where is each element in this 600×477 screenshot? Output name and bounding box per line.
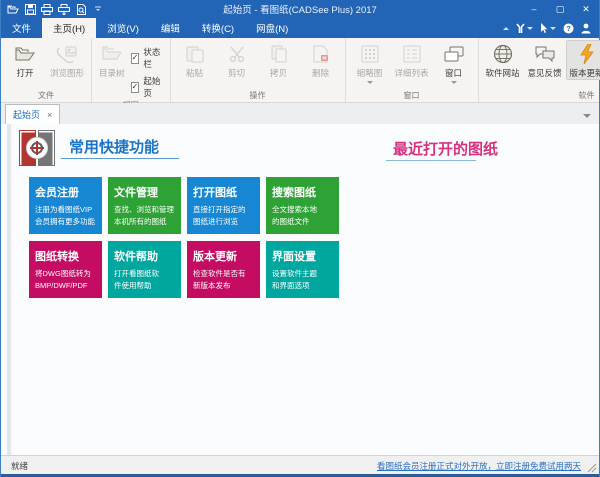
menu-view[interactable]: 浏览(V) (96, 18, 150, 38)
qat-customize-icon[interactable] (92, 3, 104, 15)
help-icon[interactable]: ? (563, 23, 574, 34)
delete-button[interactable]: 删除 (300, 40, 342, 80)
member-register-promo-link[interactable]: 看图纸会员注册正式对外开放，立即注册免费试用两天 (377, 460, 599, 472)
start-page: 常用快捷功能 最近打开的图纸 会员注册 注册为看图纸VIP 会员拥有更多功能 文… (1, 124, 599, 455)
browse-graphics-button[interactable]: 浏览图形 (46, 40, 88, 80)
cadsee-logo (19, 130, 55, 166)
tile-drawing-convert[interactable]: 图纸转换 将DWG图纸转为 BMP/DWF/PDF (29, 241, 102, 298)
tools-wrench-icon[interactable] (516, 22, 533, 34)
print-preview-icon[interactable] (75, 3, 87, 15)
browse-graphics-icon (56, 43, 78, 65)
paste-icon (185, 43, 205, 65)
ribbon-group-label-file: 文件 (38, 91, 54, 100)
recent-drawings-heading: 最近打开的图纸 (393, 141, 499, 158)
title-bar: 起始页 - 看图纸(CADSee Plus) 2017 – ▢ ✕ (1, 0, 599, 18)
ribbon-group-window: 缩略图 详细列表 窗口 窗口 (346, 38, 479, 102)
thumbnail-view-button[interactable]: 缩略图 (349, 40, 391, 85)
user-account-icon[interactable] (581, 23, 591, 34)
ribbon-group-view: 目录树 ✓ 状态栏 ✓ 起始页 视图 (92, 38, 171, 110)
close-button[interactable]: ✕ (573, 0, 599, 18)
quick-print-icon[interactable] (58, 3, 70, 15)
quick-access-toolbar (1, 3, 104, 15)
speech-bubbles-icon (534, 43, 556, 65)
document-tab-strip: 起始页 × (1, 103, 599, 125)
open-button[interactable]: 打开 (4, 40, 46, 80)
tile-version-update[interactable]: 版本更新 检查软件是否有 新版本发布 (187, 241, 260, 298)
directory-tree-icon (101, 43, 123, 65)
left-panel-strip (7, 124, 11, 455)
delete-icon (311, 43, 331, 65)
thumbnail-grid-icon (361, 43, 379, 65)
app-window: 起始页 - 看图纸(CADSee Plus) 2017 – ▢ ✕ 文件 主页(… (0, 0, 600, 477)
cursor-mode-icon[interactable] (540, 22, 556, 34)
status-bar: 就绪 看图纸会员注册正式对外开放，立即注册免费试用两天 (1, 455, 599, 475)
scissors-icon (227, 43, 247, 65)
detail-list-button[interactable]: 详细列表 (391, 40, 433, 80)
startpage-checkbox-label: 起始页 (143, 76, 161, 98)
tile-open-drawing[interactable]: 打开图纸 直接打开指定的 图纸进行浏览 (187, 177, 260, 234)
detail-list-icon (403, 43, 421, 65)
copy-button[interactable]: 拷贝 (258, 40, 300, 80)
open-file-icon[interactable] (7, 3, 19, 15)
checkbox-checked-icon: ✓ (130, 52, 140, 64)
chevron-down-icon (450, 81, 457, 84)
paste-button[interactable]: 粘贴 (174, 40, 216, 80)
version-update-button[interactable]: 版本更新 (565, 40, 600, 80)
tab-start-page[interactable]: 起始页 × (5, 104, 61, 124)
lightning-bolt-icon (579, 43, 595, 65)
tile-software-help[interactable]: 软件帮助 打开看图纸软 件使用帮助 (108, 241, 181, 298)
globe-icon (493, 43, 513, 65)
ribbon-group-operations: 粘贴 剪切 拷贝 删除 操作 (171, 38, 346, 102)
view-checkboxes: ✓ 状态栏 ✓ 起始页 (129, 40, 167, 99)
menu-edit[interactable]: 编辑 (150, 18, 191, 38)
collapse-ribbon-icon[interactable] (503, 26, 509, 30)
tile-interface-settings[interactable]: 界面设置 设置软件主题 和界面选项 (266, 241, 339, 298)
ribbon-group-label-operations: 操作 (249, 91, 266, 100)
resize-grip[interactable] (587, 463, 597, 473)
tab-list-dropdown-icon[interactable] (583, 114, 591, 118)
chevron-down-icon (366, 81, 373, 84)
ribbon-group-file: 打开 浏览图形 文件 (1, 38, 92, 102)
menu-home[interactable]: 主页(H) (42, 18, 97, 38)
quick-function-tiles: 会员注册 注册为看图纸VIP 会员拥有更多功能 文件管理 查找、浏览和管理 本机… (29, 177, 339, 298)
tile-search-drawing[interactable]: 搜索图纸 全文搜索本地 的图纸文件 (266, 177, 339, 234)
statusbar-checkbox[interactable]: ✓ 状态栏 (130, 46, 163, 70)
menu-file[interactable]: 文件 (1, 18, 42, 38)
menu-netdisk[interactable]: 网盘(N) (245, 18, 299, 38)
copy-icon (269, 43, 289, 65)
maximize-button[interactable]: ▢ (547, 0, 573, 18)
heading-underline (386, 160, 476, 161)
tab-label: 起始页 (13, 110, 41, 120)
ribbon-group-software: 软件网站 意见反馈 版本更新 ? (479, 38, 600, 102)
feedback-button[interactable]: 意见反馈 (524, 40, 566, 80)
menu-convert[interactable]: 转换(C) (191, 18, 245, 38)
tile-member-register[interactable]: 会员注册 注册为看图纸VIP 会员拥有更多功能 (29, 177, 102, 234)
quick-functions-heading: 常用快捷功能 (69, 139, 160, 156)
ribbon-group-label-window: 窗口 (403, 91, 420, 100)
heading-underline (61, 158, 179, 159)
ribbon-tab-bar: 文件 主页(H) 浏览(V) 编辑 转换(C) 网盘(N) ? (1, 18, 599, 38)
statusbar-checkbox-label: 状态栏 (143, 47, 161, 69)
status-ready-text: 就绪 (11, 460, 29, 471)
minimize-button[interactable]: – (521, 0, 547, 18)
directory-tree-button[interactable]: 目录树 (95, 40, 129, 80)
print-icon[interactable] (41, 3, 53, 15)
tab-close-icon[interactable]: × (47, 110, 52, 120)
save-icon[interactable] (24, 3, 36, 15)
software-website-button[interactable]: 软件网站 (482, 40, 524, 80)
menubar-right-tools: ? (503, 18, 599, 38)
ribbon: 打开 浏览图形 文件 目录树 ✓ 状态栏 ✓ 起始页 粘贴 剪切 拷贝 删除 操… (1, 38, 600, 110)
ribbon-group-label-software: 软件 (578, 91, 595, 100)
svg-text:?: ? (566, 24, 571, 33)
windows-icon (443, 43, 465, 65)
cut-button[interactable]: 剪切 (216, 40, 258, 80)
tile-file-manage[interactable]: 文件管理 查找、浏览和管理 本机所有的图纸 (108, 177, 181, 234)
checkbox-checked-icon: ✓ (130, 81, 140, 93)
window-controls: – ▢ ✕ (521, 0, 599, 18)
window-menu-button[interactable]: 窗口 (433, 40, 475, 85)
open-folder-icon (14, 43, 36, 65)
startpage-checkbox[interactable]: ✓ 起始页 (130, 75, 163, 99)
